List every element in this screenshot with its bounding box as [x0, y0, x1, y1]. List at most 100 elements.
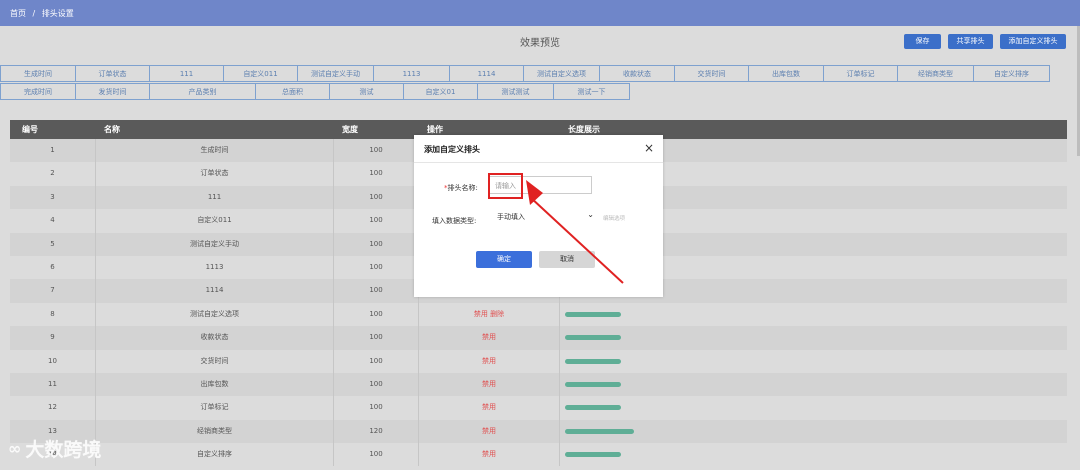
col-header-name: 名称: [104, 125, 120, 134]
breadcrumb: 首页 / 排头设置: [10, 8, 74, 19]
header-preview-cell[interactable]: 完成时间: [0, 83, 76, 100]
row-length-cell: [560, 373, 1067, 396]
row-number: 2: [10, 162, 96, 186]
data-type-select[interactable]: 手动填入 ⌄: [489, 210, 596, 225]
row-number: 12: [10, 396, 96, 420]
row-name: 1113: [96, 255, 334, 280]
row-width: 100: [334, 326, 419, 350]
header-preview-cell[interactable]: 111: [149, 65, 224, 82]
row-width: 100: [334, 162, 419, 186]
length-bar: [565, 452, 622, 458]
close-icon[interactable]: ×: [644, 141, 654, 155]
header-preview-cell[interactable]: 测试测试: [477, 83, 554, 100]
header-preview-cell[interactable]: 测试自定义选项: [523, 65, 600, 82]
share-header-button[interactable]: 共享排头: [948, 34, 993, 49]
highlight-box: [488, 173, 523, 199]
breadcrumb-separator: /: [32, 9, 36, 18]
header-preview-cell[interactable]: 自定义排序: [973, 65, 1050, 82]
header-preview-cell[interactable]: 测试自定义手动: [297, 65, 374, 82]
watermark: ∞ 大数跨境: [8, 435, 101, 462]
data-type-label: 填入数据类型:: [432, 217, 477, 225]
watermark-text: 大数跨境: [25, 439, 102, 461]
table-row: 9 收款状态 100 禁用: [10, 326, 1067, 350]
header-name-label-text: 排头名称:: [447, 184, 478, 192]
header-preview-cell[interactable]: 订单标记: [823, 65, 898, 82]
row-number: 3: [10, 185, 96, 210]
row-number: 8: [10, 302, 96, 327]
row-name: 订单标记: [96, 396, 334, 420]
row-number: 7: [10, 279, 96, 303]
header-preview-cell[interactable]: 交货时间: [674, 65, 749, 82]
row-width: 100: [334, 443, 419, 467]
row-length-cell: [560, 396, 1067, 419]
header-preview-row-2: 完成时间 发货时间 产品类别 总面积 测试 自定义01 测试测试 测试一下: [0, 83, 630, 100]
header-preview-cell[interactable]: 1114: [449, 65, 524, 82]
row-width: 100: [334, 372, 419, 397]
header-preview-cell[interactable]: 1113: [373, 65, 450, 82]
row-number: 1: [10, 139, 96, 163]
length-bar: [565, 405, 622, 411]
row-number: 10: [10, 349, 96, 373]
header-name-label: *排头名称:: [444, 183, 478, 193]
row-number: 9: [10, 326, 96, 350]
watermark-logo-icon: ∞: [8, 439, 22, 458]
row-width: 100: [334, 255, 419, 280]
row-actions[interactable]: 禁用: [419, 443, 560, 467]
row-name: 测试自定义选项: [96, 302, 334, 327]
header-preview-cell[interactable]: 收款状态: [599, 65, 675, 82]
header-preview-cell[interactable]: 经销商类型: [897, 65, 974, 82]
row-name: 111: [96, 185, 334, 210]
row-length-cell: [560, 326, 1067, 349]
breadcrumb-home[interactable]: 首页: [10, 9, 26, 18]
header-preview-cell[interactable]: 自定义011: [223, 65, 298, 82]
row-number: 11: [10, 372, 96, 397]
row-name: 自定义011: [96, 209, 334, 233]
header-preview-cell[interactable]: 测试一下: [553, 83, 630, 100]
header-preview-cell[interactable]: 发货时间: [75, 83, 150, 100]
row-actions[interactable]: 禁用 删除: [419, 302, 560, 327]
header-preview-cell[interactable]: 总面积: [255, 83, 330, 100]
row-name: 订单状态: [96, 162, 334, 186]
cancel-button[interactable]: 取消: [539, 251, 595, 268]
edit-options-link[interactable]: 编辑选项: [603, 214, 625, 222]
row-width: 100: [334, 232, 419, 256]
add-custom-header-button[interactable]: 添加自定义排头: [1000, 34, 1066, 49]
length-bar: [565, 381, 622, 387]
header-preview-cell[interactable]: 出库包数: [748, 65, 824, 82]
row-width: 100: [334, 209, 419, 233]
length-bar: [565, 335, 622, 341]
header-preview-cell[interactable]: 生成时间: [0, 65, 76, 82]
row-width: 120: [334, 419, 419, 444]
length-bar: [565, 311, 622, 317]
row-name: 自定义排序: [96, 443, 334, 467]
row-name: 经销商类型: [96, 419, 334, 444]
confirm-button[interactable]: 确定: [476, 251, 532, 268]
row-length-cell: [560, 303, 1067, 326]
row-length-cell: [560, 350, 1067, 373]
row-actions[interactable]: 禁用: [419, 396, 560, 420]
row-actions[interactable]: 禁用: [419, 419, 560, 444]
header-preview-cell[interactable]: 自定义01: [403, 83, 478, 100]
length-bar: [565, 428, 634, 434]
header-preview-cell[interactable]: 订单状态: [75, 65, 150, 82]
table-row: 13 经销商类型 120 禁用: [10, 419, 1067, 444]
chevron-down-icon: ⌄: [587, 210, 594, 219]
row-actions[interactable]: 禁用: [419, 349, 560, 373]
save-button[interactable]: 保存: [904, 34, 941, 49]
row-actions[interactable]: 禁用: [419, 326, 560, 350]
col-header-no: 编号: [22, 125, 38, 134]
table-row: 12 订单标记 100 禁用: [10, 396, 1067, 420]
dialog-title: 添加自定义排头: [424, 145, 480, 154]
header-preview-cell[interactable]: 测试: [329, 83, 404, 100]
length-bar: [565, 358, 622, 364]
row-name: 测试自定义手动: [96, 232, 334, 256]
row-actions[interactable]: 禁用: [419, 372, 560, 397]
row-length-cell: [560, 420, 1067, 443]
header-preview-row-1: 生成时间 订单状态 111 自定义011 测试自定义手动 1113 1114 测试自定义选项收…: [0, 65, 1050, 82]
row-name: 收款状态: [96, 326, 334, 350]
dialog-header: 添加自定义排头 ×: [414, 135, 663, 163]
row-name: 生成时间: [96, 139, 334, 163]
header-preview-cell[interactable]: 产品类别: [149, 83, 256, 100]
top-bar: 首页 / 排头设置: [0, 0, 1080, 26]
row-width: 100: [334, 302, 419, 327]
